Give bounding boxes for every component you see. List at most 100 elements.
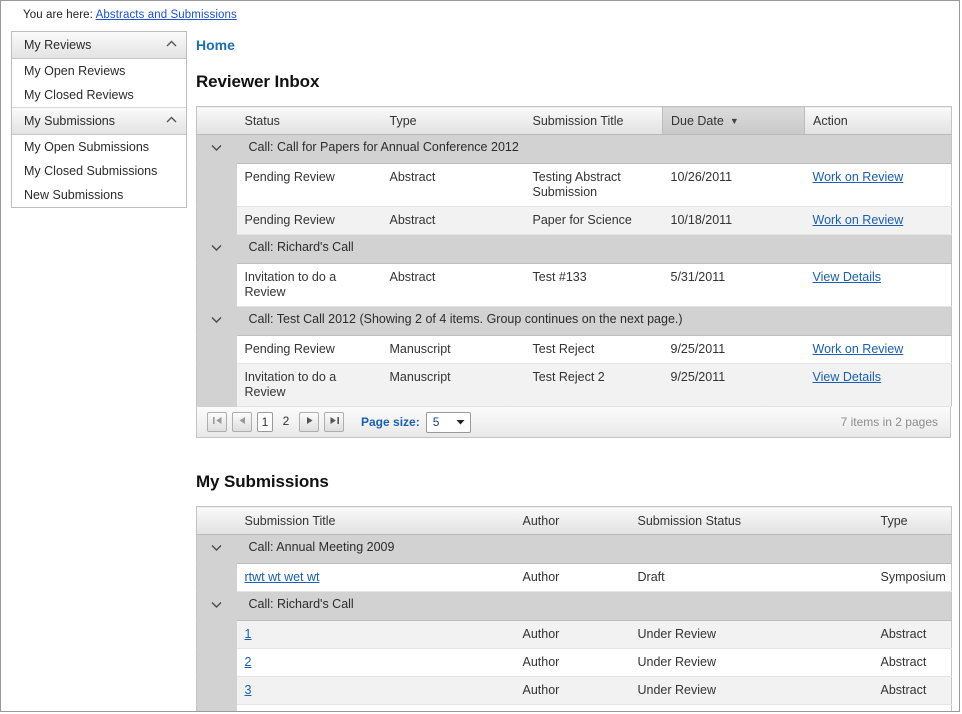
cell-type: Manuscript: [381, 335, 525, 364]
column-header-type[interactable]: Type: [381, 106, 525, 135]
column-header-due-date[interactable]: Due Date ▼: [662, 106, 805, 135]
pager-next-button[interactable]: [299, 412, 319, 432]
table-row: Invitation to do a Review Manuscript Tes…: [196, 363, 952, 407]
group-row[interactable]: Call: Richard's Call: [196, 234, 952, 264]
cell-type: Abstract: [872, 648, 952, 677]
pager-summary: 7 items in 2 pages: [840, 415, 938, 429]
sidebar-item-my-closed-submissions[interactable]: My Closed Submissions: [12, 159, 186, 183]
row-gutter: [196, 206, 237, 235]
cell-submission-status: Under Review: [629, 704, 873, 711]
group-row[interactable]: Call: Test Call 2012 (Showing 2 of 4 ite…: [196, 306, 952, 336]
row-gutter: [196, 363, 237, 407]
pager-first-button[interactable]: [207, 412, 227, 432]
table-row: 2 Author Under Review Abstract: [196, 648, 952, 677]
cell-due-date: 10/18/2011: [662, 206, 805, 235]
table-row: 3 Author Under Review Abstract: [196, 676, 952, 705]
table-header-row: Submission Title Author Submission Statu…: [196, 506, 952, 535]
cell-submission-title: Test Reject 2: [524, 363, 663, 407]
pager-last-button[interactable]: [324, 412, 344, 432]
group-toggle-cell[interactable]: [196, 306, 237, 336]
row-gutter: [196, 563, 237, 592]
table-header-row: Status Type Submission Title Due Date ▼ A…: [196, 106, 952, 135]
cell-author: Author: [514, 676, 630, 705]
sidebar-group-my-submissions: My Submissions My Open Submissions My Cl…: [12, 108, 186, 207]
work-on-review-link[interactable]: Work on Review: [813, 213, 904, 227]
table-row: rtwt wt wet wt Author Draft Symposium: [196, 563, 952, 592]
group-toggle-cell[interactable]: [196, 534, 237, 564]
cell-submission-title: Test #133: [524, 263, 663, 307]
cell-submission-title: Test Reject: [524, 335, 663, 364]
cell-status: Pending Review: [236, 335, 382, 364]
chevron-down-icon[interactable]: [211, 307, 222, 335]
group-row[interactable]: Call: Call for Papers for Annual Confere…: [196, 134, 952, 164]
group-toggle-cell[interactable]: [196, 134, 237, 164]
group-row[interactable]: Call: Annual Meeting 2009: [196, 534, 952, 564]
submission-title-link[interactable]: rtwt wt wet wt: [245, 570, 320, 584]
cell-author: Author: [514, 563, 630, 592]
page-size-label: Page size:: [361, 415, 420, 429]
column-header-submission-title[interactable]: Submission Title: [524, 106, 663, 135]
row-gutter: [196, 704, 237, 711]
chevron-down-icon[interactable]: [211, 535, 222, 563]
pager-page-2[interactable]: 2: [278, 412, 294, 432]
cell-status: Pending Review: [236, 206, 382, 235]
cell-status: Pending Review: [236, 163, 382, 207]
cell-type: Symposium: [872, 563, 952, 592]
sidebar-item-my-open-submissions[interactable]: My Open Submissions: [12, 135, 186, 159]
row-gutter: [196, 263, 237, 307]
breadcrumb-prefix: You are here:: [23, 9, 93, 21]
column-header-status[interactable]: Status: [236, 106, 382, 135]
row-gutter: [196, 648, 237, 677]
submission-title-link[interactable]: 4: [245, 711, 252, 712]
chevron-down-icon[interactable]: [211, 135, 222, 163]
cell-type: Manuscript: [381, 363, 525, 407]
submission-title-link[interactable]: 2: [245, 655, 252, 669]
column-header-due-date-label: Due Date: [671, 113, 724, 128]
cell-due-date: 5/31/2011: [662, 263, 805, 307]
submission-title-link[interactable]: 1: [245, 627, 252, 641]
submission-title-link[interactable]: 3: [245, 683, 252, 697]
group-label: Call: Annual Meeting 2009: [236, 534, 952, 564]
group-toggle-cell[interactable]: [196, 234, 237, 264]
chevron-up-icon[interactable]: [166, 32, 177, 58]
group-row[interactable]: Call: Richard's Call: [196, 591, 952, 621]
home-link[interactable]: Home: [196, 37, 235, 53]
sidebar-item-new-submissions[interactable]: New Submissions: [12, 183, 186, 207]
column-header-submission-status[interactable]: Submission Status: [629, 506, 873, 535]
cell-type: Abstract: [381, 206, 525, 235]
table-row: 1 Author Under Review Abstract: [196, 620, 952, 649]
row-gutter: [196, 676, 237, 705]
cell-submission-status: Draft: [629, 563, 873, 592]
chevron-down-icon[interactable]: [211, 235, 222, 263]
column-header-author[interactable]: Author: [514, 506, 630, 535]
cell-submission-status: Under Review: [629, 620, 873, 649]
chevron-down-icon[interactable]: [211, 592, 222, 620]
chevron-up-icon[interactable]: [166, 108, 177, 134]
cell-type: Abstract: [872, 620, 952, 649]
column-header-action[interactable]: Action: [804, 106, 952, 135]
page-size-select[interactable]: 5: [425, 411, 471, 433]
view-details-link[interactable]: View Details: [813, 370, 882, 384]
view-details-link[interactable]: View Details: [813, 270, 882, 284]
group-label: Call: Call for Papers for Annual Confere…: [236, 134, 952, 164]
breadcrumb-link-abstracts-and-submissions[interactable]: Abstracts and Submissions: [96, 9, 237, 21]
work-on-review-link[interactable]: Work on Review: [813, 342, 904, 356]
breadcrumb: You are here: Abstracts and Submissions: [23, 9, 237, 21]
sidebar-header-my-reviews[interactable]: My Reviews: [12, 32, 186, 59]
table-row: Pending Review Manuscript Test Reject 9/…: [196, 335, 952, 364]
sidebar-header-my-submissions[interactable]: My Submissions: [12, 108, 186, 135]
sidebar-item-my-open-reviews[interactable]: My Open Reviews: [12, 59, 186, 83]
group-toggle-cell[interactable]: [196, 591, 237, 621]
column-header-type[interactable]: Type: [872, 506, 952, 535]
column-header-submission-title[interactable]: Submission Title: [236, 506, 515, 535]
sidebar-item-my-closed-reviews[interactable]: My Closed Reviews: [12, 83, 186, 107]
sort-descending-icon[interactable]: ▼: [730, 116, 739, 126]
chevron-down-icon[interactable]: [456, 413, 465, 432]
cell-action: Work on Review: [804, 163, 952, 207]
pager-page-1[interactable]: 1: [257, 412, 273, 432]
pager-prev-button[interactable]: [232, 412, 252, 432]
cell-author: Author: [514, 620, 630, 649]
cell-action: View Details: [804, 263, 952, 307]
cell-author: Author: [514, 648, 630, 677]
work-on-review-link[interactable]: Work on Review: [813, 170, 904, 184]
